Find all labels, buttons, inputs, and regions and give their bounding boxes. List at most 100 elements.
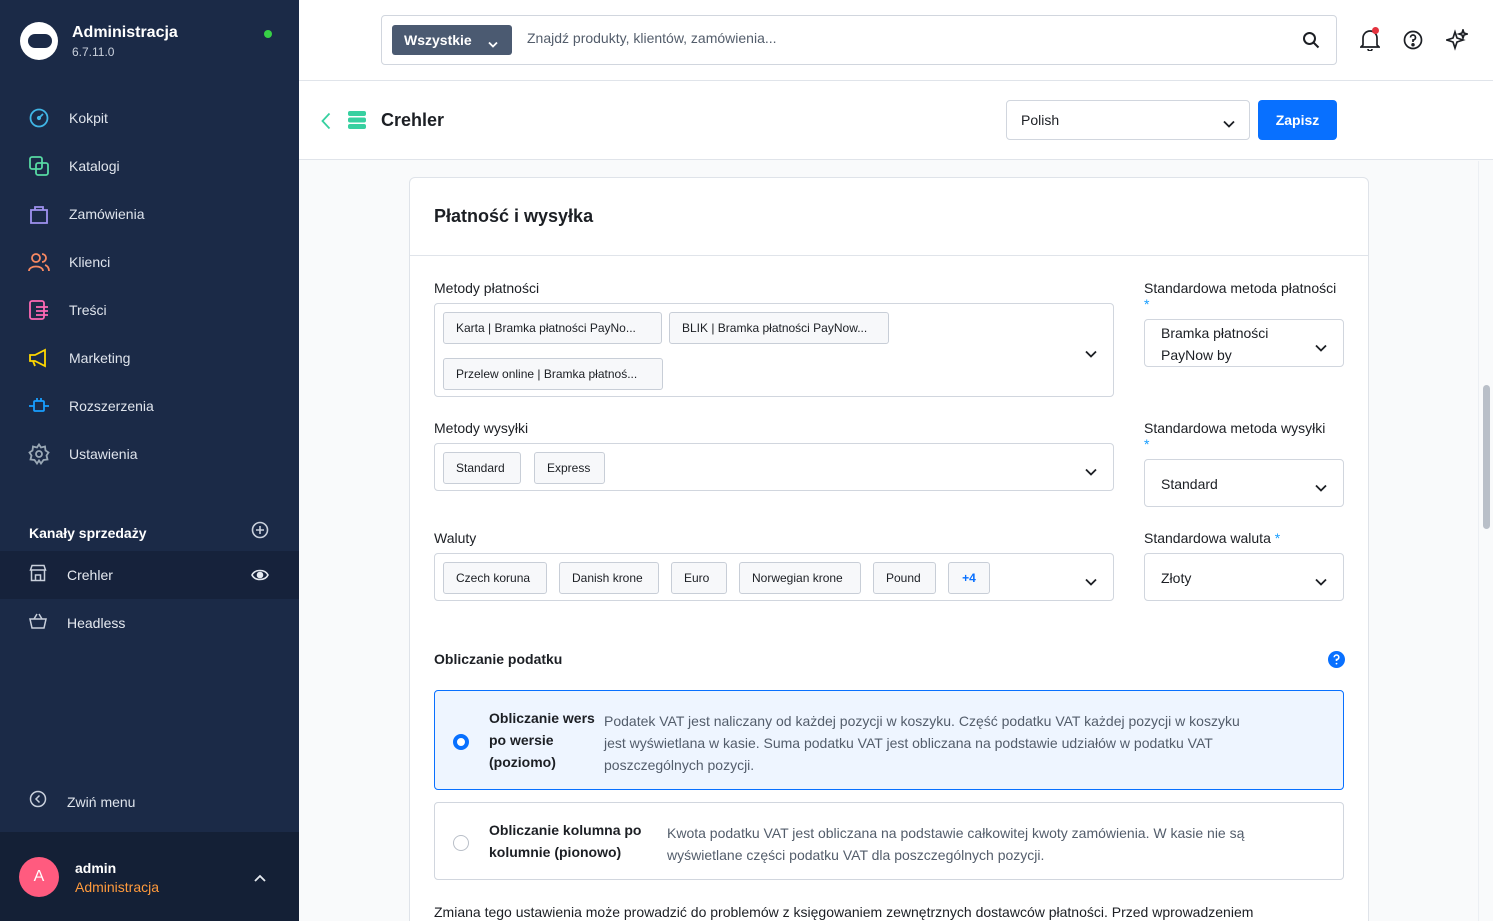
more-currencies-badge[interactable]: +4 xyxy=(948,562,990,594)
payment-method-tag[interactable]: BLIK | Bramka płatności PayNow... xyxy=(669,312,889,344)
payment-method-tag[interactable]: Karta | Bramka płatności PayNo... xyxy=(443,312,662,344)
storefront-icon xyxy=(29,564,47,587)
search-icon[interactable] xyxy=(1302,31,1320,54)
content-icon xyxy=(28,299,50,321)
help-icon[interactable] xyxy=(1403,30,1423,55)
user-name: admin xyxy=(75,860,117,876)
currency-tag[interactable]: Euro xyxy=(671,562,727,594)
nav-label: Ustawienia xyxy=(69,446,138,462)
shipping-methods-select[interactable]: Standard Express xyxy=(434,443,1114,491)
shipping-method-tag[interactable]: Standard xyxy=(443,452,521,484)
default-payment-label-text: Standardowa metoda płatności xyxy=(1144,280,1337,296)
currency-tag[interactable]: Pound xyxy=(873,562,936,594)
back-chevron-icon[interactable] xyxy=(321,112,331,135)
language-select[interactable]: Polish xyxy=(1006,100,1250,140)
brand-text: Administracja 6.7.11.0 xyxy=(72,23,178,59)
tax-option-title-line: kolumnie (pionowo) xyxy=(489,844,622,860)
radio-button[interactable] xyxy=(453,835,469,851)
chevron-left-circle-icon xyxy=(29,790,47,813)
nav-item-zamowienia[interactable]: Zamówienia xyxy=(0,190,299,238)
catalog-icon xyxy=(28,155,50,177)
app-version: 6.7.11.0 xyxy=(72,45,115,59)
default-payment-value-line: Bramka płatności xyxy=(1161,325,1269,341)
top-bar: Wszystkie xyxy=(299,0,1493,81)
notification-dot xyxy=(1372,27,1379,34)
required-asterisk: * xyxy=(1144,436,1150,452)
users-icon xyxy=(28,251,50,273)
sales-channel-crehler[interactable]: Crehler xyxy=(0,551,299,599)
tax-option-horizontal[interactable]: Obliczanie wers po wersie (poziomo) Poda… xyxy=(434,690,1344,790)
search-type-select[interactable]: Wszystkie xyxy=(392,25,512,55)
user-menu[interactable]: A admin Administracja xyxy=(0,832,299,921)
search-input[interactable] xyxy=(527,30,1227,46)
chevron-down-icon xyxy=(1085,573,1097,591)
nav-item-kokpit[interactable]: Kokpit xyxy=(0,94,299,142)
currency-tag[interactable]: Czech koruna xyxy=(443,562,547,594)
currencies-label: Waluty xyxy=(434,530,477,546)
brand[interactable]: Administracja 6.7.11.0 xyxy=(20,22,178,60)
nav-item-rozszerzenia[interactable]: Rozszerzenia xyxy=(0,382,299,430)
language-value: Polish xyxy=(1021,112,1060,128)
gauge-icon xyxy=(28,107,50,129)
gear-icon xyxy=(28,443,50,465)
user-role: Administracja xyxy=(75,879,160,895)
sales-channel-label: Crehler xyxy=(67,567,113,583)
radio-button-selected[interactable] xyxy=(453,734,469,750)
sales-channel-label: Headless xyxy=(67,615,126,631)
tax-option-description: Podatek VAT jest naliczany od każdej poz… xyxy=(604,710,1324,776)
tax-warning-text: Zmiana tego ustawienia może prowadzić do… xyxy=(434,904,1254,920)
currency-tag[interactable]: Danish krone xyxy=(559,562,659,594)
add-sales-channel-icon[interactable] xyxy=(251,521,269,544)
scrollbar-thumb[interactable] xyxy=(1483,385,1490,529)
nav-item-marketing[interactable]: Marketing xyxy=(0,334,299,382)
payment-methods-select[interactable]: Karta | Bramka płatności PayNo... BLIK |… xyxy=(434,303,1114,397)
bell-icon[interactable] xyxy=(1358,27,1382,56)
page-title: Crehler xyxy=(381,110,445,130)
app-title: Administracja xyxy=(72,24,178,41)
default-currency-label-text: Standardowa waluta xyxy=(1144,530,1271,546)
currencies-select[interactable]: Czech koruna Danish krone Euro Norwegian… xyxy=(434,553,1114,601)
nav-item-ustawienia[interactable]: Ustawienia xyxy=(0,430,299,478)
chevron-down-icon xyxy=(1223,115,1235,131)
chevron-down-icon xyxy=(1085,463,1097,481)
plug-icon xyxy=(28,395,50,417)
chevron-up-icon[interactable] xyxy=(253,870,267,888)
nav-item-katalogi[interactable]: Katalogi xyxy=(0,142,299,190)
currency-tag[interactable]: Norwegian krone xyxy=(739,562,861,594)
sales-channel-stack-icon xyxy=(348,111,366,134)
payment-method-tag[interactable]: Przelew online | Bramka płatnoś... xyxy=(443,358,663,390)
nav-label: Zamówienia xyxy=(69,206,145,222)
chevron-down-icon xyxy=(1315,339,1327,355)
megaphone-icon xyxy=(28,347,50,369)
default-currency-label: Standardowa waluta * xyxy=(1144,530,1344,546)
payment-methods-label: Metody płatności xyxy=(434,280,540,296)
chevron-down-icon xyxy=(1315,479,1327,495)
ai-sparkle-icon[interactable] xyxy=(1444,27,1470,56)
default-payment-select[interactable]: Bramka płatności PayNow by xyxy=(1144,319,1344,367)
collapse-menu-button[interactable]: Zwiń menu xyxy=(29,790,135,813)
nav-item-klienci[interactable]: Klienci xyxy=(0,238,299,286)
nav-item-tresci[interactable]: Treści xyxy=(0,286,299,334)
eye-icon[interactable] xyxy=(251,568,269,587)
help-circle-icon[interactable] xyxy=(1328,651,1345,673)
chevron-down-icon xyxy=(488,35,498,51)
nav-label: Marketing xyxy=(69,350,131,366)
sales-channel-headless[interactable]: Headless xyxy=(0,599,299,647)
sidebar: Administracja 6.7.11.0 Kokpit Katalogi Z… xyxy=(0,0,299,921)
tax-option-title: Obliczanie kolumna po kolumnie (pionowo) xyxy=(489,819,641,863)
tax-option-vertical[interactable]: Obliczanie kolumna po kolumnie (pionowo)… xyxy=(434,802,1344,880)
main-nav: Kokpit Katalogi Zamówienia Klienci Treśc… xyxy=(0,94,299,478)
default-payment-value: Bramka płatności PayNow by xyxy=(1161,322,1268,366)
tax-option-description: Kwota podatku VAT jest obliczana na pods… xyxy=(667,822,1327,866)
required-asterisk: * xyxy=(1274,530,1281,546)
scrollbar-track[interactable] xyxy=(1478,161,1493,921)
chevron-down-icon xyxy=(1315,573,1327,589)
tax-calculation-title: Obliczanie podatku xyxy=(434,651,563,667)
save-button[interactable]: Zapisz xyxy=(1258,100,1337,140)
default-currency-select[interactable]: Złoty xyxy=(1144,553,1344,601)
nav-label: Treści xyxy=(69,302,107,318)
collapse-menu-label: Zwiń menu xyxy=(67,793,136,810)
shopware-logo-icon xyxy=(20,22,58,60)
default-shipping-select[interactable]: Standard xyxy=(1144,459,1344,507)
shipping-method-tag[interactable]: Express xyxy=(534,452,605,484)
